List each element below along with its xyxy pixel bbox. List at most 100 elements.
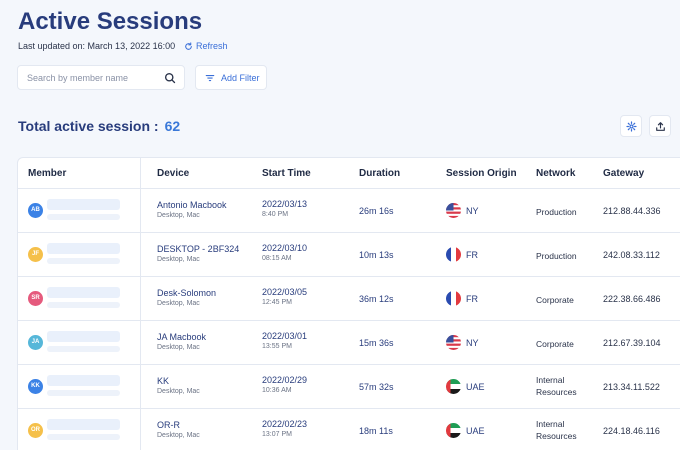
duration-cell: 36m 12s	[359, 294, 394, 304]
start-time-cell: 2022/03/05 12:45 PM	[262, 287, 307, 306]
member-email-placeholder	[47, 390, 120, 396]
device-name: DESKTOP - 2BF324	[157, 244, 240, 254]
fr-flag-icon	[446, 247, 461, 262]
origin-cell: FR	[466, 294, 478, 304]
total-sessions: Total active session : 62	[18, 118, 180, 134]
search-input[interactable]	[18, 72, 158, 83]
start-date: 2022/03/05	[262, 287, 308, 297]
table-row[interactable]: AB Antonio Macbook Desktop, Mac 2022/03/13 8…	[18, 189, 680, 233]
member-name-placeholder	[47, 243, 120, 254]
refresh-label: Refresh	[196, 41, 228, 51]
device-cell: Antonio Macbook Desktop, Mac	[157, 200, 227, 219]
device-cell: KK Desktop, Mac	[157, 376, 200, 395]
column-header-member: Member	[28, 168, 67, 179]
column-header-device: Device	[157, 168, 190, 179]
avatar: KK	[28, 379, 43, 394]
table-row[interactable]: SR Desk-Solomon Desktop, Mac 2022/03/05 12:4…	[18, 277, 680, 321]
device-name: KK	[157, 376, 170, 386]
device-name: OR-R	[157, 420, 180, 430]
table-row[interactable]: KK KK Desktop, Mac 2022/02/29 10:36 AM 57m 32…	[18, 365, 680, 409]
start-date: 2022/03/13	[262, 199, 308, 209]
start-time-cell: 2022/03/13 8:40 PM	[262, 199, 307, 218]
column-header-gateway: Gateway	[603, 168, 645, 179]
device-type: Desktop, Mac	[157, 256, 200, 263]
member-name-placeholder	[47, 287, 120, 298]
filter-icon	[205, 74, 215, 81]
network-cell: Internal Resources	[536, 418, 577, 442]
us-flag-icon	[446, 335, 461, 350]
network-line-2: Resources	[536, 431, 577, 441]
start-time-cell: 2022/03/10 08:15 AM	[262, 243, 307, 262]
start-time: 8:40 PM	[262, 211, 289, 218]
device-cell: JA Macbook Desktop, Mac	[157, 332, 206, 351]
refresh-button[interactable]: Refresh	[184, 41, 228, 51]
search-box	[17, 65, 185, 90]
export-button[interactable]	[649, 115, 671, 137]
member-email-placeholder	[47, 214, 120, 220]
column-header-duration: Duration	[359, 168, 401, 179]
origin-cell: NY	[466, 206, 479, 216]
duration-cell: 57m 32s	[359, 382, 394, 392]
device-type: Desktop, Mac	[157, 212, 200, 219]
avatar: JA	[28, 335, 43, 350]
network-line-1: Internal	[536, 419, 565, 429]
origin-cell: FR	[466, 250, 478, 260]
upload-icon	[655, 121, 665, 131]
start-date: 2022/03/10	[262, 243, 308, 253]
duration-cell: 15m 36s	[359, 338, 394, 348]
member-name-placeholder	[47, 375, 120, 386]
device-type: Desktop, Mac	[157, 432, 200, 439]
table-row[interactable]: OR OR-R Desktop, Mac 2022/02/23 13:07 PM 18m …	[18, 409, 680, 450]
column-header-start-time: Start Time	[262, 168, 311, 179]
start-date: 2022/03/01	[262, 331, 308, 341]
device-type: Desktop, Mac	[157, 388, 200, 395]
gateway-cell: 224.18.46.116	[603, 426, 660, 436]
device-name: JA Macbook	[157, 332, 207, 342]
table-row[interactable]: JF DESKTOP - 2BF324 Desktop, Mac 2022/03/10…	[18, 233, 680, 277]
avatar: OR	[28, 423, 43, 438]
refresh-icon	[185, 41, 192, 50]
ae-flag-icon	[446, 423, 461, 438]
network-cell: Corporate	[536, 295, 574, 305]
device-cell: DESKTOP - 2BF324 Desktop, Mac	[157, 244, 239, 263]
table-row[interactable]: JA JA Macbook Desktop, Mac 2022/03/01 13:55 …	[18, 321, 680, 365]
add-filter-button[interactable]: Add Filter	[195, 65, 267, 90]
member-email-placeholder	[47, 434, 120, 440]
gear-icon	[625, 120, 637, 132]
gateway-cell: 242.08.33.112	[603, 250, 660, 260]
gateway-cell: 212.67.39.104	[603, 338, 661, 348]
device-type: Desktop, Mac	[157, 344, 200, 351]
network-line-2: Resources	[536, 387, 577, 397]
avatar: JF	[28, 247, 43, 262]
start-time: 10:36 AM	[262, 387, 292, 394]
duration-cell: 10m 13s	[359, 250, 394, 260]
start-time: 12:45 PM	[262, 299, 292, 306]
member-email-placeholder	[47, 302, 120, 308]
start-time: 13:07 PM	[262, 431, 292, 438]
avatar: AB	[28, 203, 43, 218]
start-time-cell: 2022/03/01 13:55 PM	[262, 331, 307, 350]
column-header-session-origin: Session Origin	[446, 168, 517, 179]
start-time-cell: 2022/02/23 13:07 PM	[262, 419, 307, 438]
member-email-placeholder	[47, 346, 120, 352]
device-name: Antonio Macbook	[157, 200, 227, 210]
member-email-placeholder	[47, 258, 120, 264]
member-name-placeholder	[47, 419, 120, 430]
fr-flag-icon	[446, 291, 461, 306]
start-time-cell: 2022/02/29 10:36 AM	[262, 375, 307, 394]
network-line-1: Internal	[536, 375, 565, 385]
network-cell: Production	[536, 207, 577, 217]
start-date: 2022/02/23	[262, 419, 308, 429]
settings-button[interactable]	[620, 115, 642, 137]
origin-cell: UAE	[466, 382, 485, 392]
member-name-placeholder	[47, 199, 120, 210]
device-cell: Desk-Solomon Desktop, Mac	[157, 288, 216, 307]
start-time: 08:15 AM	[262, 255, 292, 262]
start-time: 13:55 PM	[262, 343, 292, 350]
device-type: Desktop, Mac	[157, 300, 200, 307]
network-cell: Corporate	[536, 339, 574, 349]
search-icon[interactable]	[164, 72, 176, 84]
last-updated-text: Last updated on: March 13, 2022 16:00	[18, 41, 176, 51]
network-cell: Production	[536, 251, 577, 261]
gateway-cell: 213.34.11.522	[603, 382, 660, 392]
